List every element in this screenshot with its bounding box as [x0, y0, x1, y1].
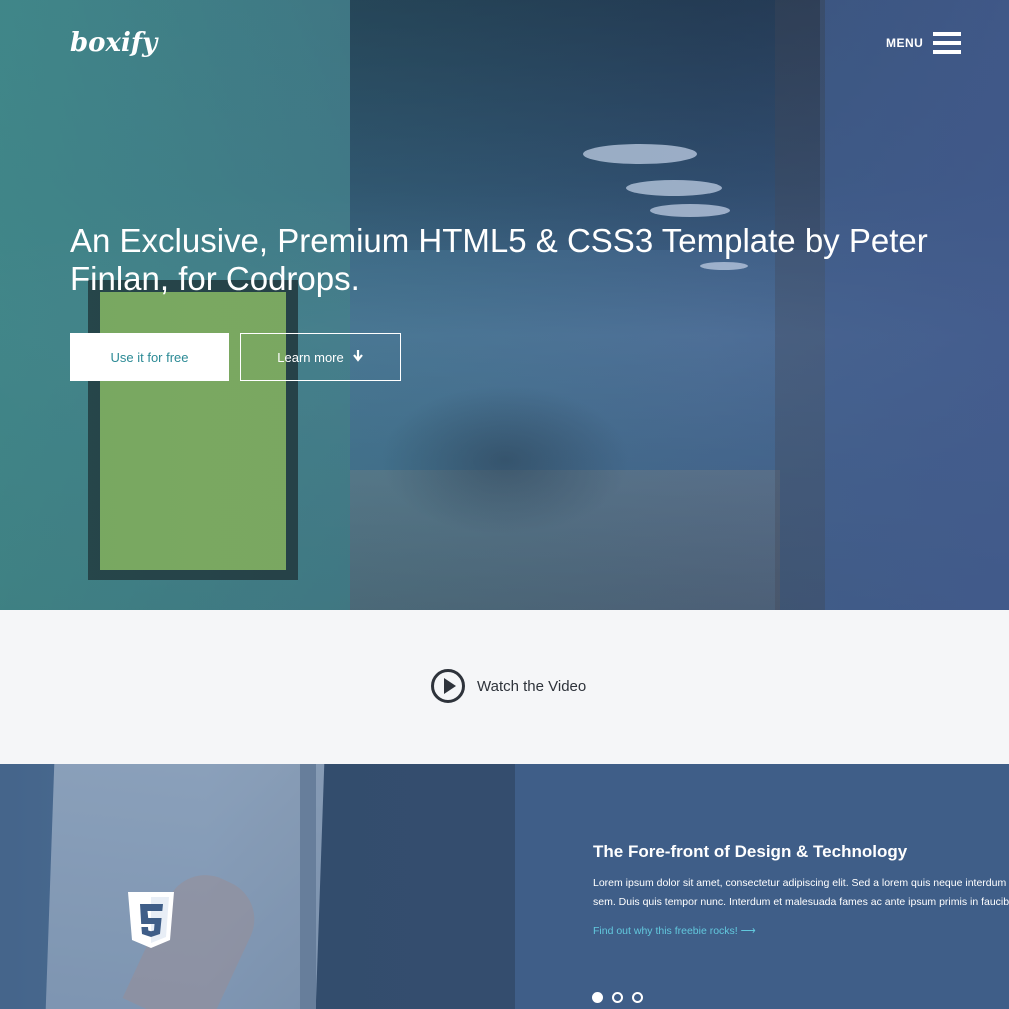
- learn-more-label: Learn more: [277, 349, 344, 365]
- use-it-for-free-label: Use it for free: [110, 349, 189, 365]
- feature-body: Lorem ipsum dolor sit amet, consectetur …: [593, 874, 1009, 914]
- slider-dots: [592, 992, 643, 1003]
- arrow-down-icon: [352, 349, 364, 365]
- hero-section: [0, 0, 1009, 610]
- hamburger-icon: [933, 32, 962, 54]
- feature-body-line: sem. Duis quis tempor nunc. Interdum et …: [593, 896, 1009, 908]
- logo[interactable]: boxify: [70, 28, 157, 58]
- menu-button[interactable]: MENU: [886, 32, 962, 54]
- feature-image: [0, 764, 515, 1009]
- menu-label: MENU: [886, 36, 924, 50]
- play-icon: [431, 669, 465, 703]
- hero-overlay: [0, 0, 1009, 610]
- slider-dot-3[interactable]: [632, 992, 643, 1003]
- watch-video-button[interactable]: Watch the Video: [431, 669, 586, 703]
- feature-title: The Fore-front of Design & Technology: [593, 842, 908, 861]
- watch-video-label: Watch the Video: [477, 677, 587, 695]
- use-it-for-free-button[interactable]: Use it for free: [70, 333, 229, 381]
- hero-title: An Exclusive, Premium HTML5 & CSS3 Templ…: [70, 222, 928, 297]
- feature-image-overlay: [0, 764, 515, 1009]
- slider-dot-1[interactable]: [592, 992, 603, 1003]
- learn-more-button[interactable]: Learn more: [240, 333, 401, 381]
- html5-icon: [128, 892, 174, 948]
- slider-dot-2[interactable]: [612, 992, 623, 1003]
- feature-body-line: Lorem ipsum dolor sit amet, consectetur …: [593, 877, 1009, 889]
- find-out-more-link[interactable]: Find out why this freebie rocks! ⟶: [593, 925, 756, 937]
